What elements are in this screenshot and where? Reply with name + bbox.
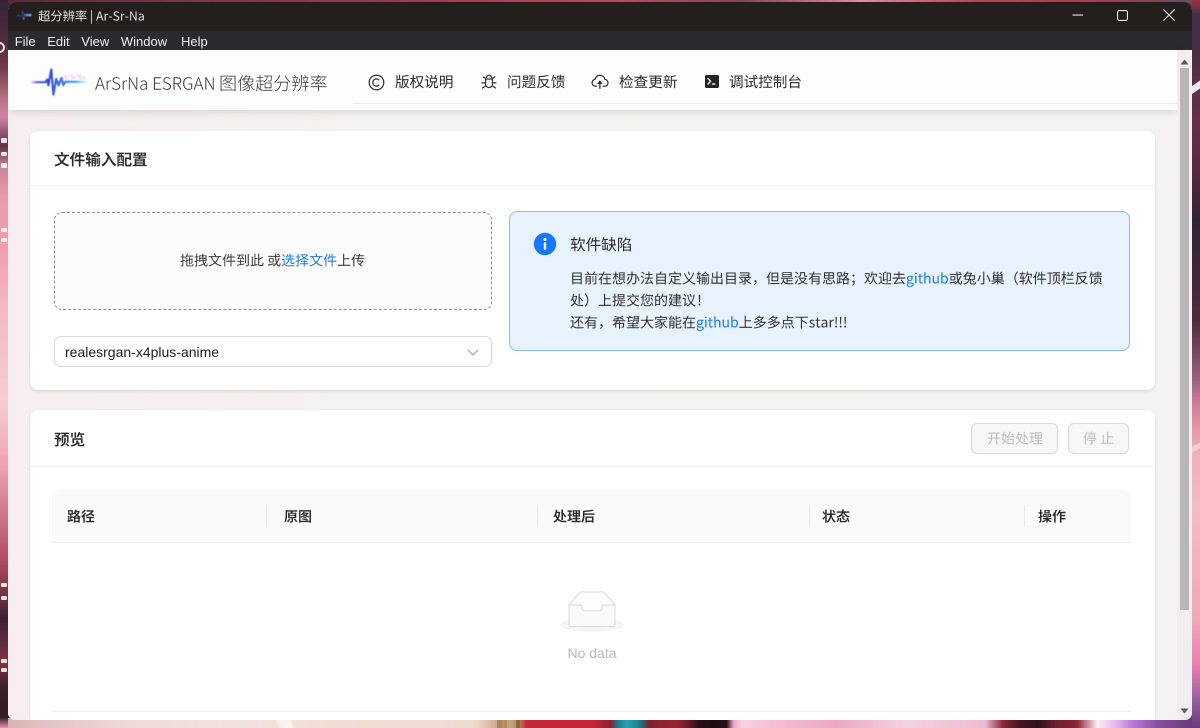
- svg-text:ArSrNa: ArSrNa: [62, 73, 86, 82]
